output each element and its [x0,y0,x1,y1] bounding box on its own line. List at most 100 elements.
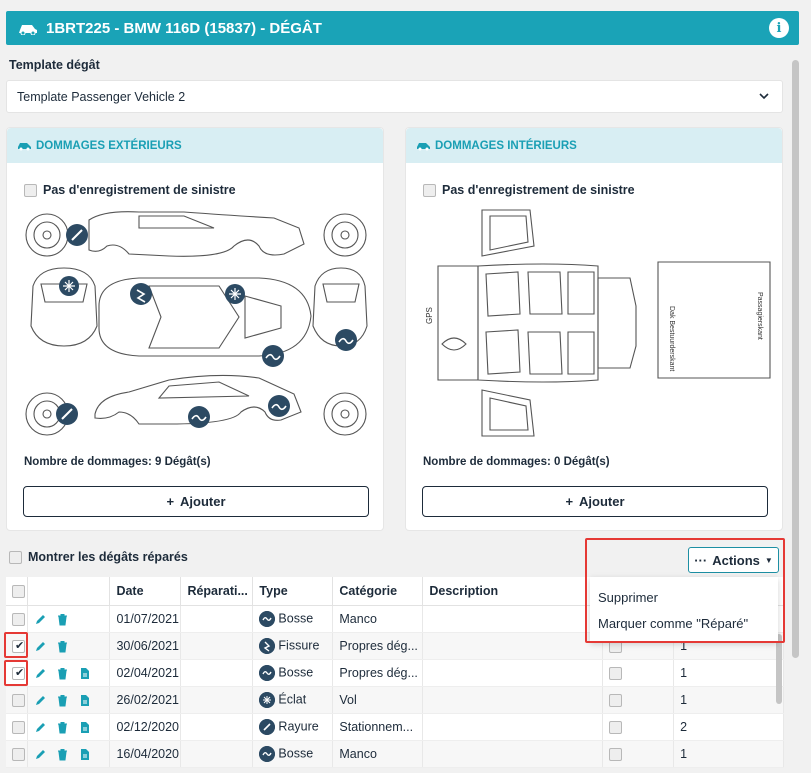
template-select-value: Template Passenger Vehicle 2 [17,89,186,104]
type-label: Rayure [278,718,319,733]
repair-cell [180,713,254,741]
damage-marker[interactable] [130,283,152,305]
edit-icon[interactable] [34,640,47,653]
table-row[interactable]: ✔ 02/04/2021 Bosse Propres dég... 1 [6,659,784,687]
document-icon[interactable] [78,694,91,707]
trash-icon[interactable] [56,667,69,680]
type-cell: Éclat [252,686,334,714]
damage-type-icon [259,745,276,762]
damage-marker[interactable] [66,224,88,246]
select-all-checkbox[interactable] [12,584,25,598]
count-value: 0 Dégât(s) [554,456,610,468]
exterior-panel-header: DOMMAGES EXTÉRIEURS [7,128,383,163]
table-row[interactable]: 02/12/2020 Rayure Stationnem... 2 [6,713,784,741]
exterior-panel-title: DOMMAGES EXTÉRIEURS [36,139,182,152]
category-col-header[interactable]: Catégorie [332,577,424,606]
row-checkbox[interactable] [12,747,25,761]
show-repaired-checkbox[interactable] [9,550,22,564]
row-select-cell[interactable] [6,713,29,741]
template-label: Template dégât [9,58,100,72]
description-cell [422,713,604,741]
row-flag-checkbox[interactable] [609,693,623,707]
edit-icon[interactable] [34,667,47,680]
type-label: Éclat [278,691,307,706]
damage-marker[interactable] [59,276,79,296]
damage-type-icon [259,718,276,735]
car-damage-icon [18,143,31,151]
trash-icon[interactable] [56,613,69,626]
repair-cell [180,605,254,633]
row-select-cell[interactable] [6,686,29,714]
description-cell [422,632,604,660]
highlight-row-checkbox [4,660,28,686]
row-actions-cell [27,659,111,687]
exterior-car-diagram[interactable] [19,206,373,446]
type-label: Fissure [278,637,320,652]
description-cell [422,659,604,687]
date-col-header[interactable]: Date [109,577,182,606]
type-cell: Bosse [252,740,334,768]
add-exterior-damage-button[interactable]: + Ajouter [23,486,369,517]
gps-label: GPS [425,307,434,324]
repair-cell [180,632,254,660]
row-select-cell[interactable] [6,740,29,768]
damage-marker[interactable] [262,345,284,367]
exterior-no-claim[interactable]: Pas d'enregistrement de sinistre [24,183,236,197]
row-checkbox[interactable] [12,720,25,734]
trash-icon[interactable] [56,640,69,653]
car-damage-icon [19,25,37,35]
document-icon[interactable] [78,748,91,761]
trash-icon[interactable] [56,721,69,734]
row-flag-checkbox[interactable] [609,720,623,734]
type-cell: Bosse [252,659,334,687]
edit-icon[interactable] [34,613,47,626]
damage-marker[interactable] [268,395,290,417]
car-damage-icon [417,143,430,151]
row-actions-cell [27,632,111,660]
row-select-cell[interactable] [6,605,29,633]
type-label: Bosse [278,664,314,679]
table-row[interactable]: 26/02/2021 Éclat Vol 1 [6,686,784,714]
row-flag-checkbox[interactable] [609,666,623,680]
row-checkbox[interactable] [12,693,25,707]
edit-icon[interactable] [34,721,47,734]
edit-icon[interactable] [34,694,47,707]
count-value: 9 Dégât(s) [155,456,211,468]
damage-marker[interactable] [335,329,357,351]
info-icon[interactable]: i [769,18,789,38]
add-interior-damage-button[interactable]: + Ajouter [422,486,768,517]
type-col-header[interactable]: Type [252,577,334,606]
document-icon[interactable] [78,721,91,734]
template-select[interactable]: Template Passenger Vehicle 2 [6,80,783,113]
row-checkbox[interactable] [12,612,25,626]
document-icon[interactable] [78,667,91,680]
damage-marker[interactable] [188,406,210,428]
trash-icon[interactable] [56,748,69,761]
interior-car-diagram[interactable]: GPS Dak Bestuurderskant Passagierskant [418,206,772,446]
show-repaired-toggle[interactable]: Montrer les dégâts réparés [9,550,188,564]
damage-marker[interactable] [225,284,245,304]
interior-damage-count: Nombre de dommages: 0 Dégât(s) [423,456,610,468]
date-cell: 01/07/2021 [109,605,182,633]
category-cell: Propres dég... [332,659,424,687]
damage-marker[interactable] [56,403,78,425]
table-row[interactable]: 16/04/2020 Bosse Manco 1 [6,740,784,768]
type-cell: Rayure [252,713,334,741]
flag-cell [602,686,675,714]
plus-icon: + [166,494,175,509]
table-scrollbar[interactable] [776,634,782,704]
row-flag-checkbox[interactable] [609,747,623,761]
interior-no-claim[interactable]: Pas d'enregistrement de sinistre [423,183,635,197]
trash-icon[interactable] [56,694,69,707]
edit-icon[interactable] [34,748,47,761]
count-label: Nombre de dommages: [24,456,152,468]
no-claim-checkbox[interactable] [24,183,37,197]
add-button-label: Ajouter [180,494,226,509]
repair-col-header[interactable]: Réparati... [180,577,254,606]
description-col-header[interactable]: Description [422,577,604,606]
repair-cell [180,686,254,714]
no-claim-checkbox[interactable] [423,183,436,197]
damage-type-icon [259,610,276,627]
page-scrollbar[interactable] [792,60,799,658]
select-all-header[interactable] [6,577,29,606]
